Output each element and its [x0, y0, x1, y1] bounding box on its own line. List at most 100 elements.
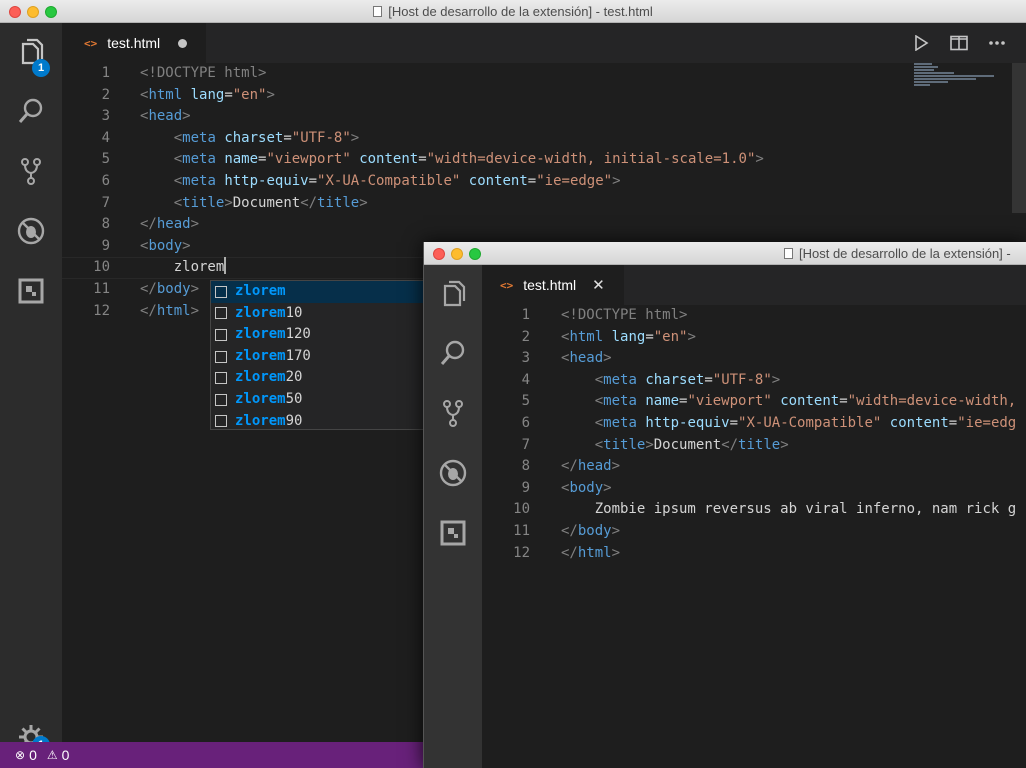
tab-label: test.html	[107, 35, 161, 51]
run-button[interactable]	[902, 23, 940, 63]
line-number: 6	[521, 415, 530, 431]
code-line: <!DOCTYPE html>	[561, 307, 688, 323]
extensions-icon	[18, 278, 44, 304]
html-file-icon: <>	[84, 36, 98, 50]
tab-bar: <> test.html ✕	[482, 265, 1026, 305]
close-tab-icon[interactable]: ✕	[592, 276, 605, 294]
more-icon	[989, 41, 1005, 45]
suggestion-item[interactable]: zlorem 10	[211, 303, 423, 325]
inserted-lorem-text: Zombie ipsum reversus ab viral inferno, …	[594, 501, 1017, 518]
search-icon	[440, 340, 465, 365]
source-control-button[interactable]	[424, 389, 482, 437]
debug-icon	[17, 217, 45, 245]
code-line: <head>	[561, 350, 612, 367]
search-button[interactable]	[424, 329, 482, 377]
window-controls	[433, 247, 487, 265]
suggestion-item[interactable]: zlorem 90	[211, 411, 423, 433]
code-line: <!DOCTYPE html>	[140, 65, 267, 81]
extensions-icon	[440, 520, 466, 546]
warning-icon: ⚠	[46, 748, 58, 762]
snippet-icon	[215, 372, 227, 385]
explorer-badge: 1	[32, 59, 50, 77]
zoom-window-button[interactable]	[469, 248, 481, 260]
minimize-window-button[interactable]	[451, 248, 463, 260]
snippet-icon	[215, 328, 227, 341]
snippet-icon	[215, 285, 227, 298]
suggestion-item[interactable]: zlorem	[211, 281, 423, 303]
line-number: 7	[101, 194, 110, 211]
code-editor[interactable]: 1 <!DOCTYPE html> 2 <html lang="en"> 3 <hea…	[482, 305, 1026, 768]
extensions-button[interactable]	[424, 509, 482, 557]
debug-icon	[439, 459, 467, 487]
code-line: <html lang="en">	[140, 86, 275, 103]
search-button[interactable]	[0, 87, 62, 135]
line-number: 1	[101, 65, 110, 81]
code-line: </html>	[561, 544, 621, 561]
code-line: <meta charset="UTF-8">	[594, 371, 781, 388]
minimap[interactable]	[914, 63, 1004, 103]
source-control-button[interactable]	[0, 147, 62, 195]
code-line: <body>	[561, 479, 612, 496]
line-number: 9	[101, 237, 110, 254]
warning-count: 0	[61, 747, 70, 763]
code-line: </head>	[140, 216, 200, 233]
tab-test-html[interactable]: <> test.html	[62, 23, 206, 63]
line-number: 9	[521, 479, 530, 496]
files-icon	[443, 280, 466, 307]
autocomplete-suggestions: zlorem zlorem 10 zlorem 120 zlorem 170 zlor…	[210, 280, 424, 430]
line-number: 3	[521, 350, 530, 367]
line-number: 3	[101, 108, 110, 125]
line-number: 6	[101, 173, 110, 189]
status-bar: ⊗ 0 ⚠ 0	[0, 742, 423, 768]
tab-label: test.html	[523, 277, 577, 293]
window-title: [Host de desarrollo de la extensión] -	[784, 246, 1026, 261]
code-line: zlorem	[173, 257, 227, 276]
title-bar[interactable]: [Host de desarrollo de la extensión] - t…	[0, 0, 1026, 23]
line-number: 10	[93, 259, 110, 276]
code-line: </html>	[140, 302, 200, 319]
split-editor-button[interactable]	[940, 23, 978, 63]
suggestion-item[interactable]: zlorem 20	[211, 367, 423, 389]
code-line: <meta charset="UTF-8">	[173, 129, 360, 146]
activity-bar	[424, 265, 482, 768]
suggestion-item[interactable]: zlorem 120	[211, 324, 423, 346]
editor-window-secondary: [Host de desarrollo de la extensión] - <…	[423, 242, 1026, 768]
tab-test-html[interactable]: <> test.html ✕	[482, 265, 624, 305]
problems-indicator[interactable]: ⊗ 0 ⚠ 0	[15, 747, 79, 763]
explorer-button[interactable]: 1	[0, 29, 62, 77]
tab-bar: <> test.html	[62, 23, 1026, 63]
code-line: </body>	[561, 523, 621, 539]
line-number: 11	[93, 281, 110, 297]
more-actions-button[interactable]	[978, 23, 1016, 63]
source-control-icon	[21, 158, 41, 185]
code-line: <html lang="en">	[561, 328, 696, 345]
code-line: </head>	[561, 458, 621, 475]
line-number: 1	[521, 307, 530, 323]
line-number: 5	[101, 151, 110, 168]
code-line: <body>	[140, 237, 191, 254]
line-number: 8	[521, 458, 530, 475]
debug-button[interactable]	[424, 449, 482, 497]
code-line: </body>	[140, 281, 200, 297]
code-line: <meta name="viewport" content="width=dev…	[594, 393, 1017, 410]
code-line: <title>Document</title>	[173, 194, 368, 211]
split-editor-icon	[950, 35, 968, 51]
extensions-button[interactable]	[0, 267, 62, 315]
debug-button[interactable]	[0, 207, 62, 255]
close-window-button[interactable]	[433, 248, 445, 260]
suggestion-item[interactable]: zlorem 50	[211, 389, 423, 411]
document-icon	[373, 6, 383, 17]
unsaved-dot-icon[interactable]	[178, 38, 188, 48]
code-line: <title>Document</title>	[594, 436, 789, 453]
explorer-button[interactable]	[424, 271, 482, 319]
text-cursor	[224, 257, 227, 275]
snippet-icon	[215, 350, 227, 363]
title-bar[interactable]: [Host de desarrollo de la extensión] -	[424, 242, 1026, 265]
suggestion-item[interactable]: zlorem 170	[211, 346, 423, 368]
editor-actions	[902, 23, 1016, 63]
activity-bar: 1 1	[0, 23, 62, 768]
snippet-icon	[215, 415, 227, 428]
vertical-scrollbar[interactable]	[1012, 63, 1026, 213]
source-control-icon	[443, 400, 463, 427]
line-number: 2	[521, 328, 530, 345]
